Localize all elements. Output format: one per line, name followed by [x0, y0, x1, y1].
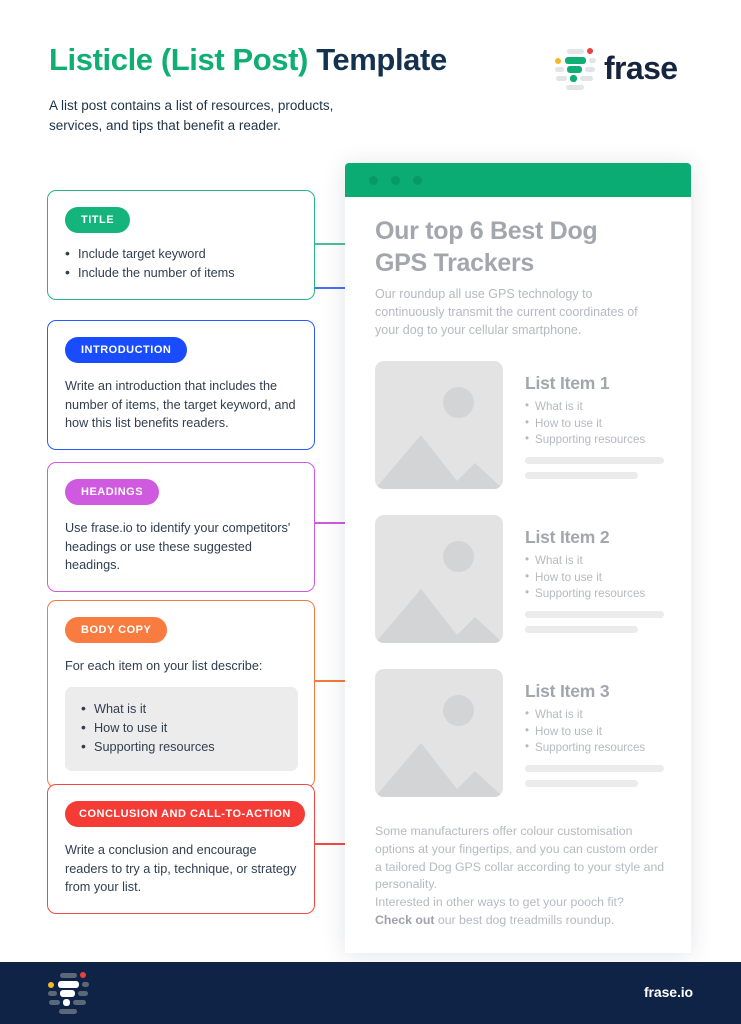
footer-url[interactable]: frase.io	[644, 984, 693, 1000]
page-footer: frase.io	[0, 962, 741, 1024]
card-headings[interactable]: HEADINGS Use frase.io to identify your c…	[47, 462, 315, 592]
frase-logo-icon	[553, 46, 599, 92]
frase-logo-icon-footer	[46, 970, 92, 1016]
brand-wordmark: frase	[604, 50, 678, 86]
card-bodycopy-bullets: What is it How to use it Supporting reso…	[81, 699, 282, 757]
card-bodycopy-inner-box: What is it How to use it Supporting reso…	[65, 686, 298, 771]
list-item: Supporting resources	[525, 585, 645, 603]
list-item: What is it	[81, 699, 282, 719]
mockup-list-item: List Item 2 What is it How to use it Sup…	[375, 515, 675, 643]
placeholder-circle-icon	[443, 541, 474, 572]
card-title[interactable]: TITLE Include target keyword Include the…	[47, 190, 315, 300]
placeholder-circle-icon	[443, 387, 474, 418]
skeleton-line	[525, 611, 664, 618]
card-headings-body: Use frase.io to identify your competitor…	[65, 521, 291, 572]
page-header: Listicle (List Post) Template A list pos…	[0, 0, 741, 150]
badge-bodycopy: BODY COPY	[65, 617, 168, 643]
window-dot-icon	[413, 176, 422, 185]
image-placeholder-icon	[375, 361, 503, 489]
list-item: How to use it	[525, 569, 645, 587]
list-item: How to use it	[525, 723, 645, 741]
card-bodycopy[interactable]: BODY COPY For each item on your list des…	[47, 600, 315, 788]
image-placeholder-icon	[375, 669, 503, 797]
list-item: What is it	[525, 398, 645, 416]
mockup-list-item-bullets: What is it How to use it Supporting reso…	[525, 706, 645, 757]
badge-headings: HEADINGS	[65, 479, 160, 505]
mockup-article-title: Our top 6 Best Dog GPS Trackers	[375, 217, 598, 277]
list-item: How to use it	[525, 415, 645, 433]
mockup-article-intro: Our roundup all use GPS technology to co…	[375, 287, 638, 337]
placeholder-mountain-icon	[375, 743, 503, 797]
article-mockup: Our top 6 Best Dog GPS Trackers Our roun…	[345, 163, 691, 953]
list-item: Include the number of items	[65, 263, 298, 283]
skeleton-line	[525, 457, 664, 464]
mockup-titlebar	[345, 163, 691, 197]
placeholder-mountain-icon	[375, 435, 503, 489]
page-title: Listicle (List Post) Template	[49, 42, 447, 78]
list-item: What is it	[525, 706, 645, 724]
badge-title: TITLE	[65, 207, 131, 233]
image-placeholder-icon	[375, 515, 503, 643]
mockup-list-item: List Item 3 What is it How to use it Sup…	[375, 669, 675, 797]
list-item: Include target keyword	[65, 244, 298, 264]
page-title-accent: Listicle (List Post)	[49, 42, 308, 77]
mockup-list-item: List Item 1 What is it How to use it Sup…	[375, 361, 675, 489]
mockup-outro-paragraph-2: Interested in other ways to get your poo…	[375, 895, 624, 909]
list-item: How to use it	[81, 718, 282, 738]
card-introduction-body: Write an introduction that includes the …	[65, 379, 296, 430]
page-subtitle: A list post contains a list of resources…	[49, 98, 334, 133]
badge-conclusion: CONCLUSION AND CALL-TO-ACTION	[65, 801, 305, 827]
card-bodycopy-body: For each item on your list describe:	[65, 659, 263, 673]
skeleton-line	[525, 626, 638, 633]
mockup-outro-tail: our best dog treadmills roundup.	[434, 913, 615, 927]
window-dot-icon	[369, 176, 378, 185]
list-item: Supporting resources	[525, 431, 645, 449]
mockup-outro-link[interactable]: Check out	[375, 913, 434, 927]
mockup-outro-paragraph-3: Check out our best dog treadmills roundu…	[375, 912, 667, 930]
mockup-list-item-title: List Item 2	[525, 527, 610, 547]
list-item: What is it	[525, 552, 645, 570]
mockup-list-item-bullets: What is it How to use it Supporting reso…	[525, 552, 645, 603]
window-dot-icon	[391, 176, 400, 185]
mockup-list-item-bullets: What is it How to use it Supporting reso…	[525, 398, 645, 449]
mockup-list-item-title: List Item 1	[525, 373, 610, 393]
mockup-outro-paragraph-1: Some manufacturers offer colour customis…	[375, 824, 665, 892]
mockup-list-item-title: List Item 3	[525, 681, 610, 701]
list-item: Supporting resources	[525, 739, 645, 757]
card-title-bullets: Include target keyword Include the numbe…	[65, 244, 298, 283]
page-title-rest: Template	[307, 42, 447, 77]
placeholder-mountain-icon	[375, 589, 503, 643]
skeleton-line	[525, 765, 664, 772]
skeleton-line	[525, 780, 638, 787]
card-conclusion[interactable]: CONCLUSION AND CALL-TO-ACTION Write a co…	[47, 784, 315, 914]
badge-introduction: INTRODUCTION	[65, 337, 188, 363]
list-item: Supporting resources	[81, 737, 282, 757]
skeleton-line	[525, 472, 638, 479]
card-introduction[interactable]: INTRODUCTION Write an introduction that …	[47, 320, 315, 450]
placeholder-circle-icon	[443, 695, 474, 726]
card-conclusion-body: Write a conclusion and encourage readers…	[65, 843, 297, 894]
